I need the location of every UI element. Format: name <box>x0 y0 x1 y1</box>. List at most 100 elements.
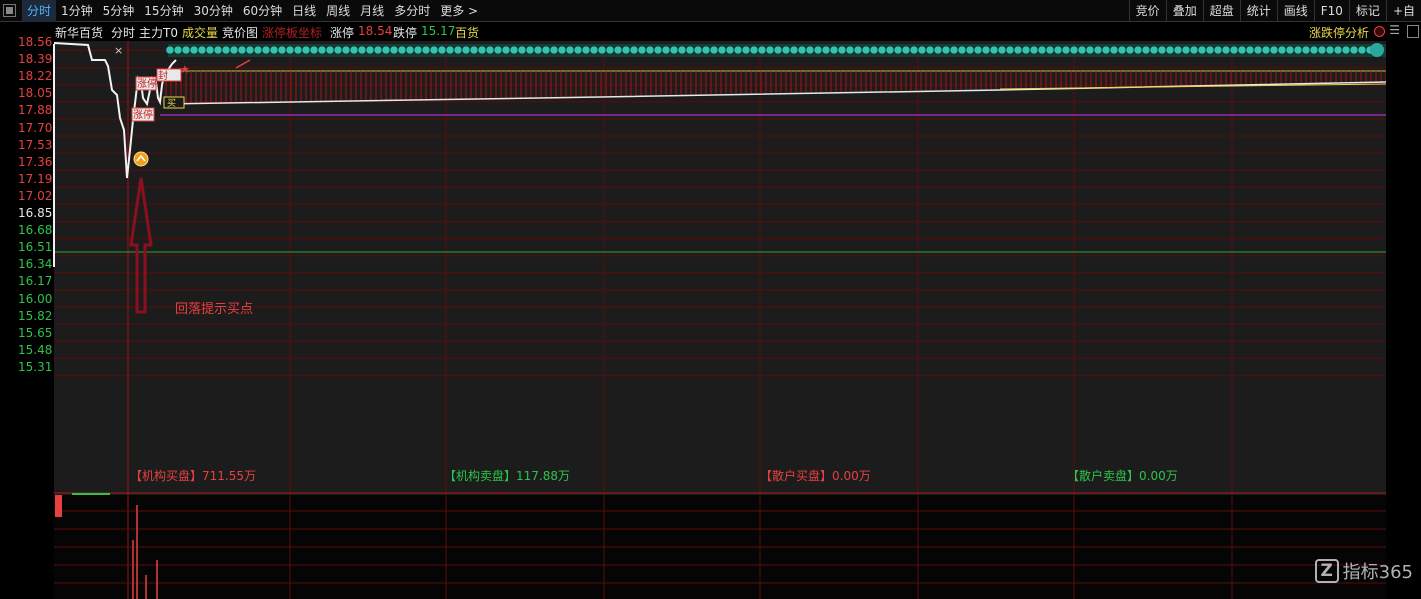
signal-marker <box>589 45 599 55</box>
signal-marker <box>1197 45 1207 55</box>
signal-marker <box>285 45 295 55</box>
signal-marker <box>1213 45 1223 55</box>
signal-marker <box>717 45 727 55</box>
signal-marker <box>173 45 183 55</box>
signal-marker <box>845 45 855 55</box>
signal-marker <box>509 45 519 55</box>
signal-marker <box>317 45 327 55</box>
signal-marker <box>1157 45 1167 55</box>
signal-marker <box>973 45 983 55</box>
signal-marker <box>997 45 1007 55</box>
signal-marker <box>1149 45 1159 55</box>
signal-marker <box>1021 45 1031 55</box>
signal-marker <box>493 45 503 55</box>
signal-marker <box>189 45 199 55</box>
watermark: Z 指标365 <box>1314 558 1413 584</box>
signal-marker <box>485 45 495 55</box>
signal-marker <box>1069 45 1079 55</box>
signal-marker <box>653 45 663 55</box>
signal-marker <box>909 45 919 55</box>
signal-marker <box>453 45 463 55</box>
signal-marker <box>1309 45 1319 55</box>
flow-retail-buy: 【散户买盘】0.00万 <box>760 469 871 483</box>
signal-marker <box>1221 45 1231 55</box>
price-tick-label: 17.53 <box>18 137 53 152</box>
signal-marker <box>885 45 895 55</box>
signal-marker <box>861 45 871 55</box>
signal-marker <box>1045 45 1055 55</box>
signal-marker <box>1173 45 1183 55</box>
watermark-text: 指标365 <box>1342 562 1413 583</box>
signal-marker <box>1333 45 1343 55</box>
signal-marker <box>549 45 559 55</box>
signal-marker <box>1317 45 1327 55</box>
signal-marker <box>429 45 439 55</box>
signal-marker <box>805 45 815 55</box>
signal-marker <box>229 45 239 55</box>
signal-marker <box>333 45 343 55</box>
signal-marker <box>1085 45 1095 55</box>
signal-marker <box>941 45 951 55</box>
signal-marker <box>925 45 935 55</box>
signal-marker <box>917 45 927 55</box>
signal-marker <box>1253 45 1263 55</box>
signal-marker <box>1141 45 1151 55</box>
signal-marker <box>525 45 535 55</box>
signal-marker <box>597 45 607 55</box>
price-tick-label: 18.56 <box>18 35 53 49</box>
buy-signal-icon <box>133 151 149 167</box>
price-tick-label: 17.36 <box>18 154 53 169</box>
limit-badge-1-text: 涨停 <box>137 77 157 90</box>
signal-marker <box>989 45 999 55</box>
price-tick-label: 18.05 <box>18 86 53 101</box>
flow-retail-sell: 【散户卖盘】0.00万 <box>1067 469 1178 483</box>
signal-marker <box>1053 45 1063 55</box>
signal-marker <box>645 45 655 55</box>
signal-marker <box>797 45 807 55</box>
signal-marker <box>693 45 703 55</box>
signal-marker <box>245 45 255 55</box>
price-panel-bg <box>54 41 1386 495</box>
signal-marker <box>1237 45 1247 55</box>
intraday-chart[interactable]: 涨停 涨停 封 买 ★ × 回落提示买点 <box>0 0 1421 599</box>
signal-marker <box>565 45 575 55</box>
signal-marker <box>709 45 719 55</box>
signal-marker <box>357 45 367 55</box>
signal-marker <box>421 45 431 55</box>
signal-marker <box>1181 45 1191 55</box>
watermark-logo-icon: Z <box>1314 559 1339 583</box>
flow-institution-sell: 【机构卖盘】117.88万 <box>444 469 571 483</box>
signal-marker <box>1301 45 1311 55</box>
signal-marker <box>197 45 207 55</box>
flow-institution-buy: 【机构买盘】711.55万 <box>130 469 257 483</box>
signal-marker <box>397 45 407 55</box>
price-tick-label: 16.17 <box>18 274 53 289</box>
signal-marker <box>1357 45 1367 55</box>
signal-marker <box>437 45 447 55</box>
signal-marker <box>261 45 271 55</box>
signal-marker <box>341 45 351 55</box>
signal-marker <box>1061 45 1071 55</box>
signal-marker <box>821 45 831 55</box>
signal-marker <box>1261 45 1271 55</box>
signal-marker <box>1293 45 1303 55</box>
price-tick-label: 15.48 <box>18 342 53 357</box>
signal-marker <box>829 45 839 55</box>
signal-marker <box>309 45 319 55</box>
price-tick-label: 17.02 <box>18 188 53 203</box>
signal-marker <box>477 45 487 55</box>
signal-marker <box>1005 45 1015 55</box>
signal-marker <box>469 45 479 55</box>
signal-marker <box>877 45 887 55</box>
signal-marker <box>933 45 943 55</box>
signal-marker <box>661 45 671 55</box>
signal-marker <box>1013 45 1023 55</box>
signal-markers <box>165 45 1375 55</box>
buy-badge-text: 买 <box>167 98 176 109</box>
signal-marker <box>1077 45 1087 55</box>
signal-marker <box>1109 45 1119 55</box>
close-icon[interactable]: × <box>114 44 123 57</box>
price-tick-label: 16.68 <box>18 223 53 238</box>
signal-marker <box>237 45 247 55</box>
volume-bar-open <box>55 495 62 517</box>
